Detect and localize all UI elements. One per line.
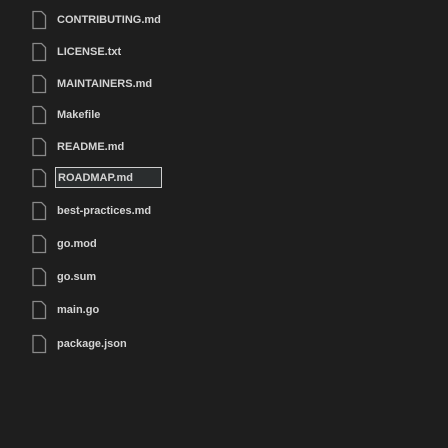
file-icon: [30, 10, 48, 30]
file-name: README.md: [57, 141, 125, 153]
file-icon: [30, 105, 48, 125]
file-row-readme[interactable]: README.md: [0, 132, 448, 164]
file-icon: [30, 267, 48, 287]
file-list: CONTRIBUTING.md LICENSE.txt MAINTAINERS.…: [0, 0, 448, 448]
file-row-roadmap[interactable]: ROADMAP.md: [0, 163, 448, 195]
file-name: go.sum: [57, 271, 97, 283]
file-name: ROADMAP.md: [55, 167, 162, 188]
file-name: CONTRIBUTING.md: [57, 14, 161, 26]
file-row-best-practices[interactable]: best-practices.md: [0, 196, 448, 228]
file-name: LICENSE.txt: [57, 46, 122, 58]
file-row-go-mod[interactable]: go.mod: [0, 229, 448, 261]
file-icon: [30, 168, 48, 188]
file-name: main.go: [57, 304, 100, 316]
file-name: package.json: [57, 338, 127, 350]
file-icon: [30, 74, 48, 94]
file-row-package-json[interactable]: package.json: [0, 329, 448, 361]
file-name: Makefile: [57, 109, 101, 121]
file-icon: [30, 234, 48, 254]
file-name: go.mod: [57, 238, 97, 250]
file-name: MAINTAINERS.md: [57, 78, 153, 90]
file-icon: [30, 42, 48, 62]
file-row-maintainers[interactable]: MAINTAINERS.md: [0, 69, 448, 101]
file-row-license[interactable]: LICENSE.txt: [0, 37, 448, 69]
file-row-contributing[interactable]: CONTRIBUTING.md: [0, 5, 448, 37]
file-icon: [30, 137, 48, 157]
file-icon: [30, 201, 48, 221]
file-row-go-sum[interactable]: go.sum: [0, 262, 448, 294]
file-row-makefile[interactable]: Makefile: [0, 100, 448, 132]
file-name: best-practices.md: [57, 205, 152, 217]
file-icon: [30, 334, 48, 354]
file-icon: [30, 300, 48, 320]
file-row-main-go[interactable]: main.go: [0, 295, 448, 327]
